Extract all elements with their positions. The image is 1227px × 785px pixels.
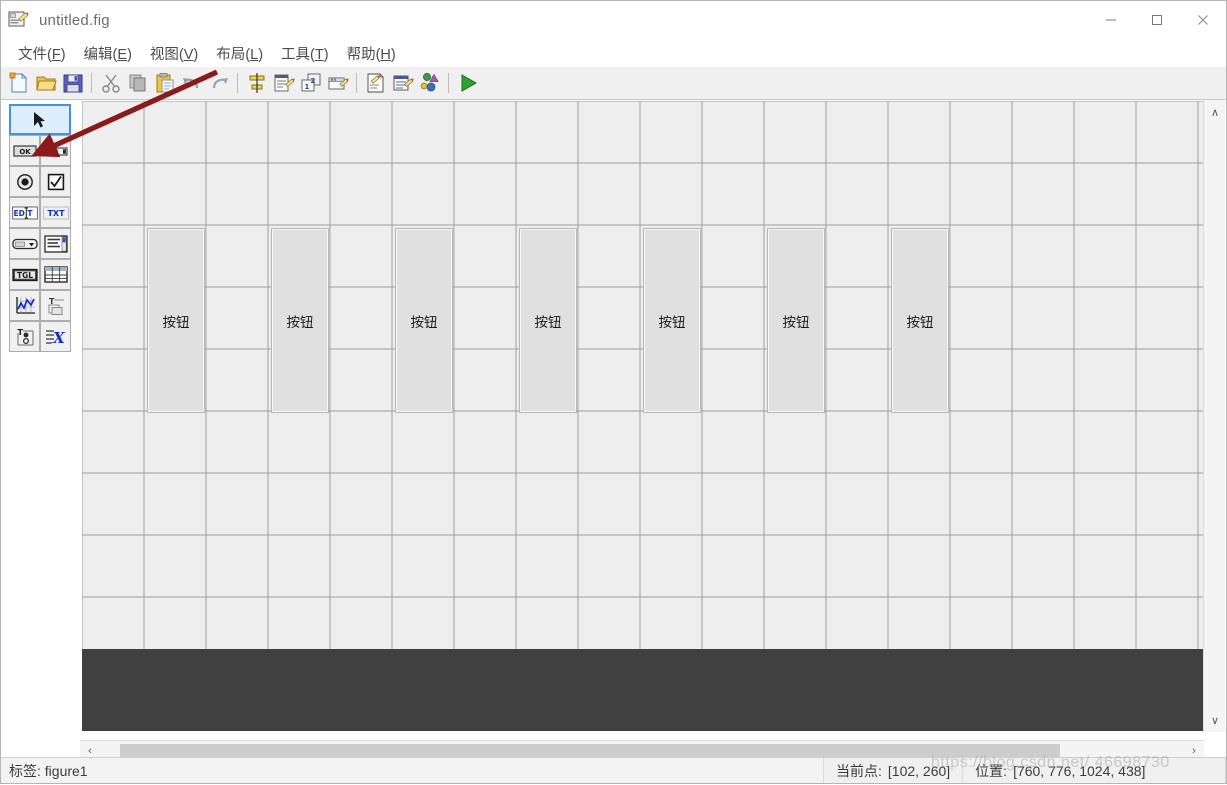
svg-text:1: 1 [304, 83, 309, 91]
menu-help-accel: H [380, 46, 391, 63]
menu-file-accel: F [51, 46, 61, 63]
menu-file-label: 文件( [18, 46, 52, 63]
menu-layout-tail: ) [258, 46, 264, 63]
run-figure-button[interactable] [454, 70, 481, 97]
menu-tools-tail: ) [323, 46, 329, 63]
menu-view-label: 视图( [149, 46, 184, 63]
ui-pushbutton-5[interactable]: 按钮 [643, 228, 701, 413]
menu-file[interactable]: 文件(F) [9, 41, 75, 66]
redo-button[interactable] [205, 70, 232, 97]
status-current-point-label: 当前点: [836, 762, 882, 779]
status-tag: 标签: figure1 [1, 758, 824, 783]
tool-edit-text[interactable]: ED T [9, 197, 40, 228]
menu-help-tail: ) [390, 46, 396, 63]
ui-pushbutton-7[interactable]: 按钮 [891, 228, 949, 413]
close-button[interactable] [1180, 1, 1226, 39]
tool-select-arrow[interactable] [9, 104, 71, 135]
status-current-point-value: [102, 260] [887, 762, 951, 779]
toolbar-separator-1 [91, 73, 92, 93]
menu-view-accel: V [183, 46, 194, 63]
save-figure-button[interactable] [59, 70, 86, 97]
property-inspector-button[interactable] [389, 70, 416, 97]
guide-figure-icon [8, 10, 30, 30]
menu-view-tail: ) [193, 46, 199, 63]
new-figure-button[interactable] [5, 70, 32, 97]
ui-pushbutton-3[interactable]: 按钮 [395, 228, 453, 413]
tool-axes[interactable] [9, 290, 40, 321]
figure-boundary-shadow [82, 649, 1204, 731]
svg-text:X: X [52, 329, 66, 346]
menu-edit-label: 编辑( [83, 46, 118, 63]
guide-layout-editor-window: untitled.fig 文件(F) 编辑(E) 视图(V) 布局(L) 工具(… [0, 0, 1227, 784]
menu-layout-accel: L [250, 46, 259, 63]
toolbar-separator-3 [356, 73, 357, 93]
clipboard-paste-button[interactable] [151, 70, 178, 97]
open-folder-button[interactable] [32, 70, 59, 97]
ui-pushbutton-1[interactable]: 按钮 [147, 228, 205, 413]
menu-bar: 文件(F) 编辑(E) 视图(V) 布局(L) 工具(T) 帮助(H) [1, 39, 1226, 67]
menu-edit-accel: E [117, 46, 128, 63]
tool-panel[interactable]: T [40, 290, 71, 321]
menu-editor-button[interactable] [270, 70, 297, 97]
menu-edit-tail: ) [127, 46, 132, 63]
toolbar-separator-2 [237, 73, 238, 93]
canvas-vertical-scrollbar[interactable]: ∧ ∨ [1203, 100, 1225, 732]
maximize-button[interactable] [1134, 1, 1180, 39]
status-position: 位置: [760, 776, 1024, 438] [963, 758, 1226, 783]
figure-design-area[interactable]: 按钮 按钮 按钮 按钮 按钮 按钮 按钮 [82, 101, 1204, 649]
title-bar: untitled.fig [1, 1, 1226, 39]
window-controls [1088, 1, 1226, 39]
menu-tools-label: 工具( [281, 46, 315, 63]
menu-file-tail: ) [60, 46, 66, 63]
status-bar: 标签: figure1 当前点: [102, 260] 位置: [760, 77… [1, 757, 1226, 783]
copy-button[interactable] [124, 70, 151, 97]
toolbar-separator-4 [448, 73, 449, 93]
scroll-up-icon[interactable]: ∧ [1204, 102, 1226, 122]
ui-pushbutton-2[interactable]: 按钮 [271, 228, 329, 413]
minimize-button[interactable] [1088, 1, 1134, 39]
tool-table[interactable] [40, 259, 71, 290]
menu-tools[interactable]: 工具(T) [272, 41, 338, 66]
svg-text:2: 2 [310, 77, 315, 85]
toolbar-editor-button[interactable] [324, 70, 351, 97]
menu-layout[interactable]: 布局(L) [207, 41, 272, 66]
menu-edit[interactable]: 编辑(E) [75, 41, 141, 66]
svg-text:OK: OK [19, 148, 31, 156]
window-title: untitled.fig [39, 11, 110, 29]
menu-tools-accel: T [314, 46, 324, 63]
tool-push-button[interactable]: OK [9, 135, 40, 166]
tool-checkbox[interactable] [40, 166, 71, 197]
tool-button-group[interactable]: T [9, 321, 40, 352]
svg-text:ED T: ED T [13, 209, 33, 218]
scroll-down-icon[interactable]: ∨ [1204, 710, 1226, 730]
status-position-value: [760, 776, 1024, 438] [1013, 762, 1146, 779]
menu-help[interactable]: 帮助(H) [338, 41, 405, 66]
align-objects-button[interactable] [243, 70, 270, 97]
layout-canvas[interactable]: 按钮 按钮 按钮 按钮 按钮 按钮 按钮 [80, 100, 1204, 732]
status-current-point: 当前点: [102, 260] [824, 758, 964, 783]
undo-button[interactable] [178, 70, 205, 97]
main-toolbar: 1 2 [1, 67, 1226, 100]
object-browser-button[interactable] [416, 70, 443, 97]
tool-listbox[interactable] [40, 228, 71, 259]
svg-text:TXT: TXT [47, 209, 65, 218]
tool-radio-button[interactable] [9, 166, 40, 197]
tool-static-text[interactable]: TXT [40, 197, 71, 228]
tool-slider[interactable] [40, 135, 71, 166]
menu-view[interactable]: 视图(V) [141, 41, 207, 66]
status-position-label: 位置: [975, 762, 1008, 779]
tool-popup-menu[interactable] [9, 228, 40, 259]
tool-activex-control[interactable]: X [40, 321, 71, 352]
tab-order-editor-button[interactable]: 1 2 [297, 70, 324, 97]
ui-pushbutton-6[interactable]: 按钮 [767, 228, 825, 413]
cut-button[interactable] [97, 70, 124, 97]
menu-help-label: 帮助( [346, 46, 381, 63]
m-file-editor-button[interactable] [362, 70, 389, 97]
menu-layout-label: 布局( [216, 46, 251, 63]
svg-text:TGL: TGL [16, 270, 32, 279]
tool-toggle-button[interactable]: TGL [9, 259, 40, 290]
component-palette: OK ED T TXT TGL T T X [9, 104, 71, 352]
ui-pushbutton-4[interactable]: 按钮 [519, 228, 577, 413]
